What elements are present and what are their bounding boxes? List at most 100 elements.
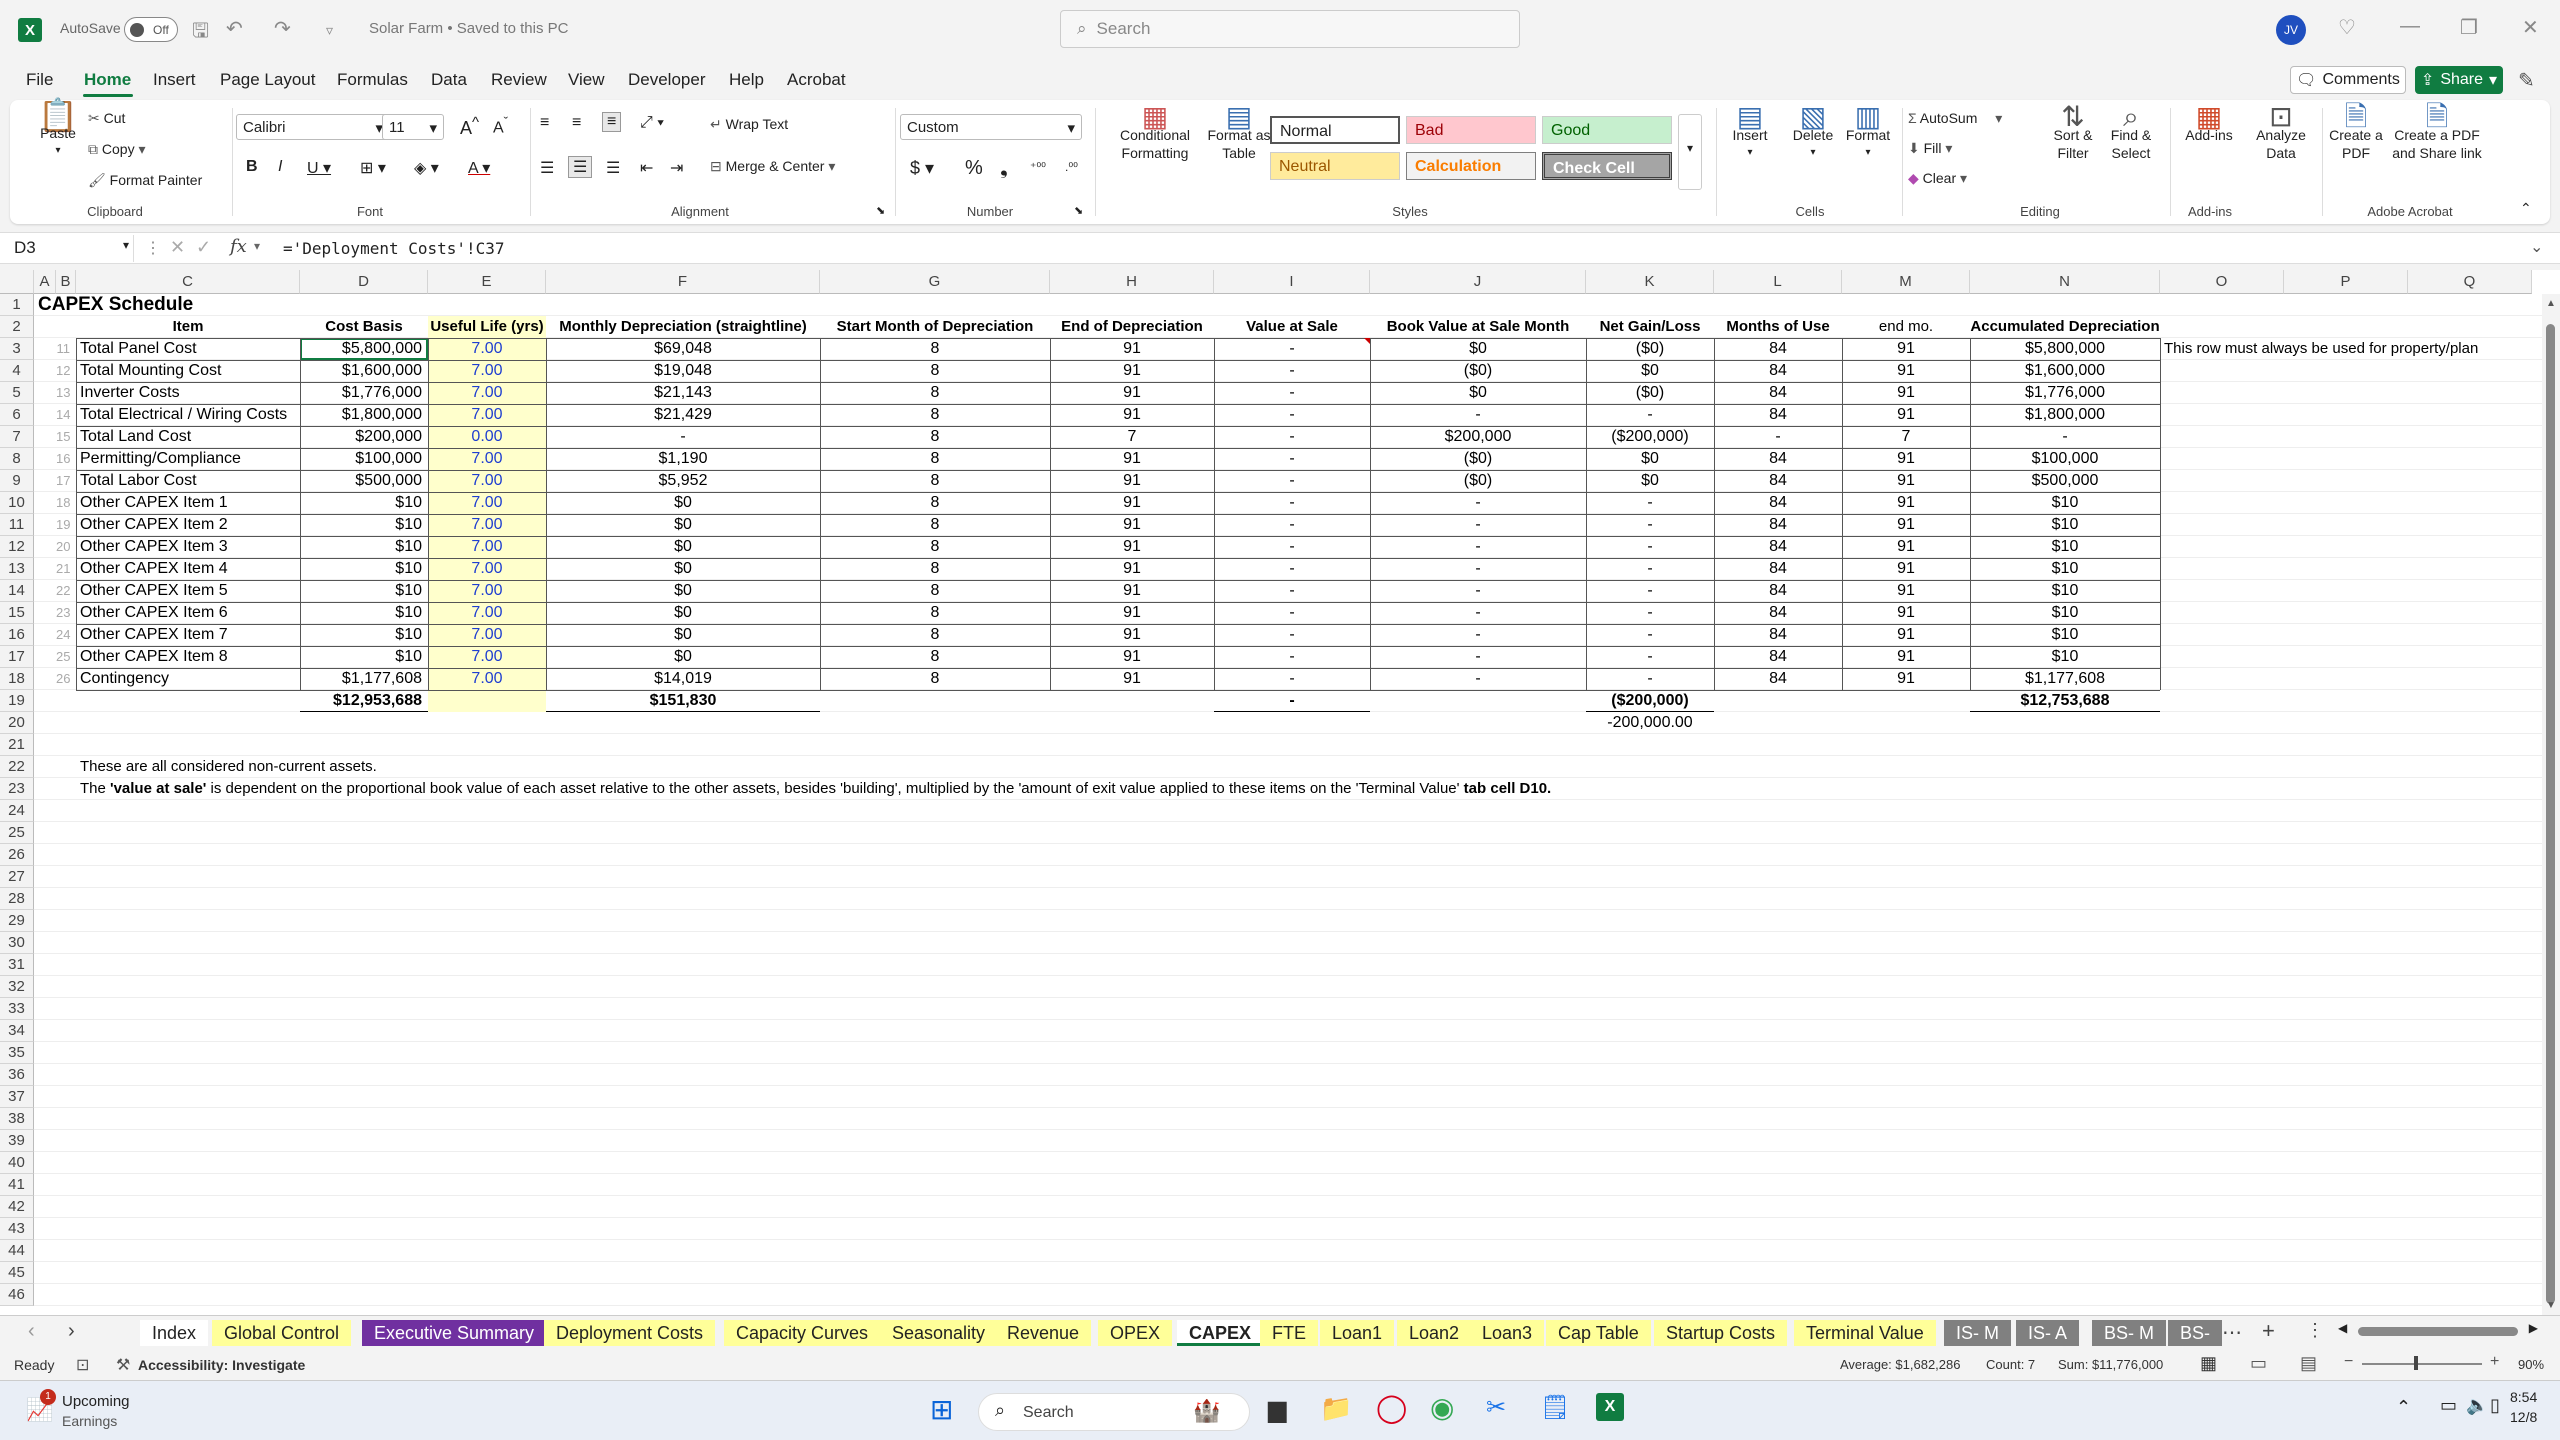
tab-fte[interactable]: FTE bbox=[1260, 1320, 1318, 1346]
row-header[interactable]: 33 bbox=[0, 998, 34, 1020]
table-cell[interactable]: - bbox=[1214, 558, 1370, 580]
row-header[interactable]: 43 bbox=[0, 1218, 34, 1240]
column-header-k[interactable]: K bbox=[1586, 270, 1714, 294]
column-header-d[interactable]: D bbox=[300, 270, 428, 294]
table-cell[interactable]: $500,000 bbox=[1970, 470, 2160, 492]
row-header[interactable]: 24 bbox=[0, 800, 34, 822]
horizontal-scroll-thumb[interactable] bbox=[2358, 1327, 2518, 1336]
windows-start-icon[interactable]: ⊞ bbox=[930, 1393, 953, 1426]
clock-date[interactable]: 12/8 bbox=[2510, 1409, 2537, 1425]
battery-icon[interactable]: ▯ bbox=[2490, 1395, 2500, 1416]
table-cell[interactable]: - bbox=[1970, 426, 2160, 448]
column-label[interactable]: Monthly Depreciation (straightline) bbox=[546, 316, 820, 338]
table-cell[interactable]: 91 bbox=[1842, 536, 1970, 558]
row-header[interactable]: 36 bbox=[0, 1064, 34, 1086]
table-cell[interactable]: 8 bbox=[820, 558, 1050, 580]
tab-startup-costs[interactable]: Startup Costs bbox=[1654, 1320, 1788, 1346]
table-cell[interactable]: Contingency bbox=[76, 668, 300, 690]
table-cell[interactable]: $10 bbox=[1970, 492, 2160, 514]
table-cell[interactable]: 91 bbox=[1842, 668, 1970, 690]
tab-cap-table[interactable]: Cap Table bbox=[1546, 1320, 1651, 1346]
table-cell[interactable]: - bbox=[1714, 426, 1842, 448]
row-header[interactable]: 28 bbox=[0, 888, 34, 910]
row-header[interactable]: 40 bbox=[0, 1152, 34, 1174]
table-cell[interactable]: ($200,000) bbox=[1586, 426, 1714, 448]
table-cell[interactable]: 7.00 bbox=[428, 470, 546, 492]
accessibility-icon[interactable]: ⚒ bbox=[116, 1355, 130, 1375]
table-cell[interactable]: 91 bbox=[1050, 602, 1214, 624]
table-cell[interactable]: $10 bbox=[1970, 514, 2160, 536]
menu-file[interactable]: File bbox=[26, 70, 53, 90]
table-cell[interactable]: - bbox=[1586, 602, 1714, 624]
increase-indent-icon[interactable]: ⇥ bbox=[670, 158, 683, 178]
autosave-toggle[interactable]: Off bbox=[124, 17, 178, 42]
font-size-dropdown[interactable]: 11 ▾ bbox=[382, 114, 444, 140]
close-icon[interactable]: ✕ bbox=[2522, 15, 2539, 40]
clock-time[interactable]: 8:54 bbox=[2510, 1389, 2537, 1405]
row-header[interactable]: 6 bbox=[0, 404, 34, 426]
table-cell[interactable]: 7.00 bbox=[428, 536, 546, 558]
notepad-icon[interactable]: 🗒 bbox=[1540, 1393, 1570, 1422]
table-cell[interactable]: $0 bbox=[546, 646, 820, 668]
table-cell[interactable]: 0.00 bbox=[428, 426, 546, 448]
decrease-font-icon[interactable]: Aˇ bbox=[493, 114, 508, 137]
table-cell[interactable]: 7.00 bbox=[428, 404, 546, 426]
row-header[interactable]: 4 bbox=[0, 360, 34, 382]
find-select-button[interactable]: ⌕ Find & Select bbox=[2096, 103, 2166, 162]
row-header[interactable]: 11 bbox=[0, 514, 34, 536]
row-header[interactable]: 10 bbox=[0, 492, 34, 514]
table-cell[interactable]: $5,952 bbox=[546, 470, 820, 492]
orientation-icon[interactable]: ⤢ ▾ bbox=[640, 114, 664, 132]
table-cell[interactable]: 84 bbox=[1714, 602, 1842, 624]
tab-is-a[interactable]: IS- A bbox=[2016, 1320, 2080, 1346]
column-label[interactable]: End of Depreciation bbox=[1050, 316, 1214, 338]
table-cell[interactable]: 91 bbox=[1050, 536, 1214, 558]
decrease-indent-icon[interactable]: ⇤ bbox=[640, 158, 653, 178]
table-cell[interactable]: 8 bbox=[820, 580, 1050, 602]
column-label[interactable]: Net Gain/Loss bbox=[1586, 316, 1714, 338]
row-ref[interactable]: 13 bbox=[56, 382, 76, 404]
row-ref[interactable]: 17 bbox=[56, 470, 76, 492]
more-options-icon[interactable]: ⋮ bbox=[145, 238, 161, 258]
column-label[interactable]: Useful Life (yrs) bbox=[428, 316, 546, 338]
network-icon[interactable]: ▭ bbox=[2440, 1395, 2457, 1416]
table-cell[interactable]: $10 bbox=[300, 646, 428, 668]
table-cell[interactable]: 7.00 bbox=[428, 558, 546, 580]
row-header[interactable]: 16 bbox=[0, 624, 34, 646]
table-cell[interactable]: - bbox=[1214, 492, 1370, 514]
column-header-g[interactable]: G bbox=[820, 270, 1050, 294]
table-cell[interactable]: 84 bbox=[1714, 338, 1842, 360]
file-explorer-icon[interactable]: 📁 bbox=[1320, 1393, 1352, 1424]
chrome-icon[interactable]: ◉ bbox=[1430, 1391, 1454, 1424]
row-ref[interactable]: 18 bbox=[56, 492, 76, 514]
tab-executive-summary[interactable]: Executive Summary bbox=[362, 1320, 547, 1346]
row-ref[interactable]: 14 bbox=[56, 404, 76, 426]
style-bad[interactable]: Bad bbox=[1406, 116, 1536, 144]
table-cell[interactable]: 8 bbox=[820, 492, 1050, 514]
table-cell[interactable]: $1,600,000 bbox=[1970, 360, 2160, 382]
row-ref[interactable]: 12 bbox=[56, 360, 76, 382]
table-cell[interactable]: 91 bbox=[1842, 470, 1970, 492]
customize-qat-icon[interactable]: ▿ bbox=[326, 22, 333, 39]
sheet-title[interactable]: CAPEX Schedule bbox=[34, 294, 300, 316]
minimize-icon[interactable]: — bbox=[2400, 15, 2420, 38]
table-cell[interactable]: $10 bbox=[300, 514, 428, 536]
dialog-launcher-icon[interactable]: ⬊ bbox=[876, 204, 885, 217]
table-cell[interactable]: 91 bbox=[1050, 404, 1214, 426]
table-cell[interactable]: $10 bbox=[300, 602, 428, 624]
scroll-down-icon[interactable]: ▼ bbox=[2546, 1300, 2556, 1311]
zoom-slider[interactable] bbox=[2362, 1363, 2482, 1365]
table-cell[interactable]: - bbox=[546, 426, 820, 448]
gain-loss-value[interactable]: -200,000.00 bbox=[1586, 712, 1714, 734]
table-cell[interactable]: 84 bbox=[1714, 558, 1842, 580]
table-cell[interactable]: $10 bbox=[1970, 646, 2160, 668]
table-cell[interactable]: $100,000 bbox=[1970, 448, 2160, 470]
table-cell[interactable]: 84 bbox=[1714, 514, 1842, 536]
table-cell[interactable]: $0 bbox=[1586, 360, 1714, 382]
table-cell[interactable]: - bbox=[1214, 668, 1370, 690]
table-cell[interactable]: - bbox=[1370, 668, 1586, 690]
table-cell[interactable]: 8 bbox=[820, 668, 1050, 690]
table-cell[interactable]: Other CAPEX Item 5 bbox=[76, 580, 300, 602]
zoom-slider-thumb[interactable] bbox=[2414, 1356, 2418, 1370]
table-cell[interactable]: - bbox=[1370, 646, 1586, 668]
